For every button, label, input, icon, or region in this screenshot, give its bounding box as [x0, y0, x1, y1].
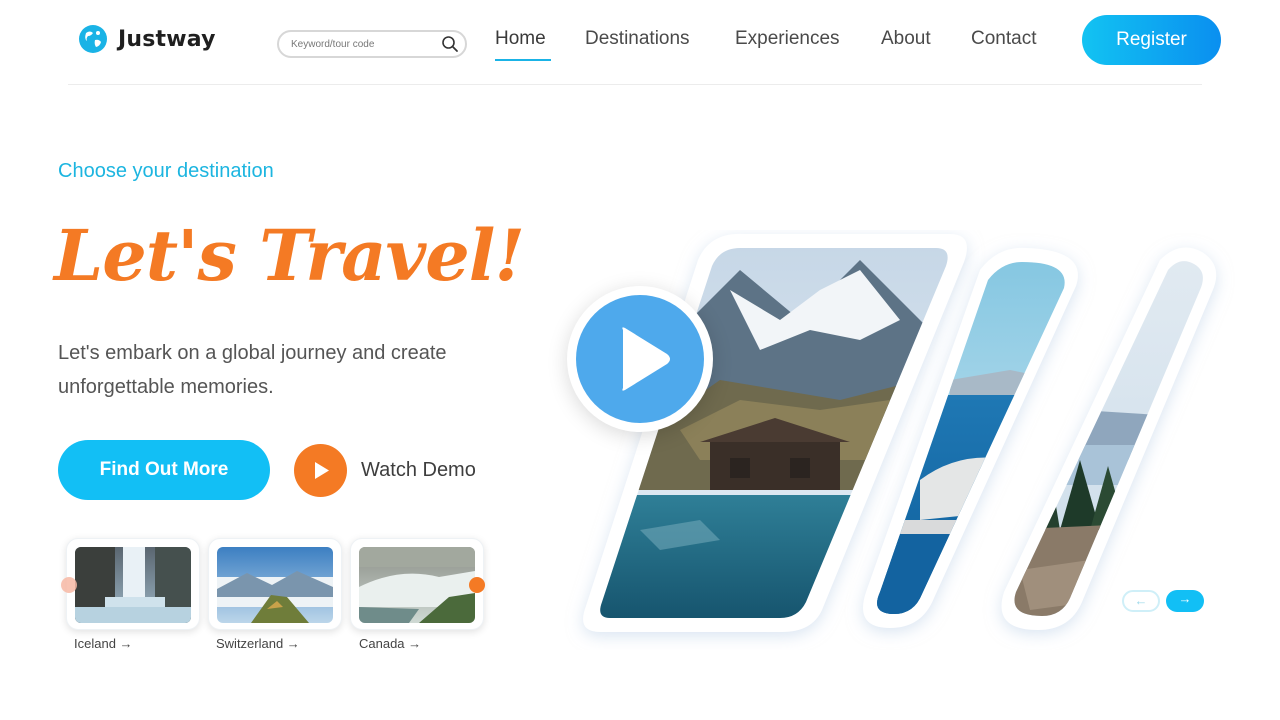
nav-experiences[interactable]: Experiences: [735, 28, 840, 50]
destination-link-iceland[interactable]: Iceland →: [74, 636, 133, 651]
hero-title: Let's Travel!: [54, 214, 525, 297]
brand-logo[interactable]: Justway: [78, 24, 216, 54]
arrow-right-icon: →: [1178, 591, 1192, 606]
mountain-photo-icon: [217, 547, 333, 623]
search-input[interactable]: [291, 38, 431, 50]
nav-home[interactable]: Home: [495, 28, 546, 50]
destination-link-canada[interactable]: Canada →: [359, 636, 421, 651]
search-bar[interactable]: [277, 30, 467, 58]
destination-card-iceland[interactable]: [66, 538, 200, 630]
destination-link-switzerland[interactable]: Switzerland →: [216, 636, 300, 651]
hero-tagline: Choose your destination: [58, 160, 274, 182]
find-out-more-button[interactable]: Find Out More: [58, 440, 270, 500]
carousel-dot-next[interactable]: [469, 577, 485, 593]
falls-photo-icon: [359, 547, 475, 623]
destination-card-canada[interactable]: [350, 538, 484, 630]
nav-about[interactable]: About: [881, 28, 931, 50]
slider-next-button[interactable]: →: [1166, 590, 1204, 612]
brand-name: Justway: [118, 26, 216, 52]
arrow-left-icon: ←: [1134, 593, 1148, 608]
slider-prev-button[interactable]: ←: [1122, 590, 1160, 612]
nav-active-underline: [495, 59, 551, 61]
hero-description: Let's embark on a global journey and cre…: [58, 342, 447, 398]
search-icon[interactable]: [441, 35, 459, 53]
header-divider: [68, 84, 1202, 85]
globe-icon: [79, 25, 107, 53]
watch-demo-button[interactable]: Watch Demo: [294, 444, 476, 497]
nav-contact[interactable]: Contact: [971, 28, 1036, 50]
play-icon[interactable]: [294, 444, 347, 497]
play-icon: [576, 295, 704, 423]
register-button[interactable]: Register: [1082, 15, 1221, 65]
destination-card-switzerland[interactable]: [208, 538, 342, 630]
waterfall-photo-icon: [75, 547, 191, 623]
carousel-dot-prev[interactable]: [61, 577, 77, 593]
nav-destinations[interactable]: Destinations: [585, 28, 690, 50]
video-play-button[interactable]: [567, 286, 713, 432]
watch-demo-label: Watch Demo: [361, 459, 476, 481]
